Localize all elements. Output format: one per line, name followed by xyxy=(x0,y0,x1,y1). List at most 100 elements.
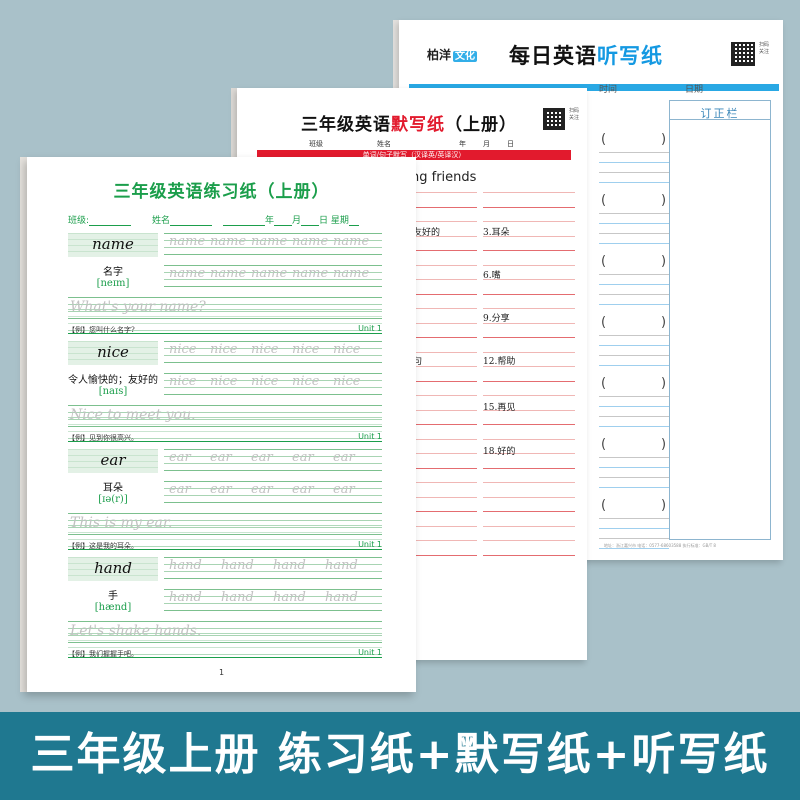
dictation-item: 15.再见 xyxy=(483,403,516,413)
unit-label: Unit 1 xyxy=(358,648,382,657)
dictation-rule xyxy=(483,554,575,556)
trace-word: hand xyxy=(325,558,358,573)
lesson-heading: ng friends xyxy=(411,170,477,185)
answer-rule xyxy=(599,538,669,539)
trace-word: nice xyxy=(210,342,238,357)
qr-code-icon xyxy=(543,108,565,130)
dictation-item: 9.分享 xyxy=(483,314,510,324)
dictation-rule xyxy=(413,293,477,295)
dictation-rule xyxy=(413,424,477,425)
answer-rule xyxy=(599,274,669,275)
answer-rule xyxy=(599,426,669,427)
answer-rule xyxy=(599,467,669,468)
example-sentence: 【例】这是我的耳朵。 Unit 1 xyxy=(68,540,382,551)
dictation-rule xyxy=(413,337,477,338)
trace-word: hand xyxy=(273,558,306,573)
trace-words: hand hand hand hand xyxy=(169,558,379,573)
answer-bracket-close: ) xyxy=(661,437,667,452)
word-meaning: 耳朵 xyxy=(103,483,123,494)
trace-word: hand xyxy=(273,590,306,605)
divider xyxy=(670,119,770,120)
answer-rule xyxy=(599,152,669,153)
dictation-rule xyxy=(483,351,575,353)
dictation-rule xyxy=(483,482,575,483)
answer-rule xyxy=(599,294,669,295)
dictation-rule xyxy=(413,366,477,367)
dictation-rule xyxy=(413,467,477,469)
answer-bracket-close: ) xyxy=(661,132,667,147)
answer-rule xyxy=(599,406,669,407)
trace-word: nice xyxy=(169,342,197,357)
word-meaning: 名字 xyxy=(103,267,123,278)
trace-word: ear xyxy=(169,450,191,465)
vocab-word: name xyxy=(92,235,134,253)
answer-rule xyxy=(599,304,669,305)
answer-bracket-close: ) xyxy=(661,254,667,269)
trace-words: name name name name name xyxy=(169,234,379,249)
answer-bracket-open: ( xyxy=(601,132,607,147)
dictation-rule xyxy=(413,540,477,541)
dictation-rule xyxy=(483,540,575,541)
answer-bracket-open: ( xyxy=(601,315,607,330)
answer-rule xyxy=(599,233,669,234)
example-sentence: 【例】您叫什么名字? Unit 1 xyxy=(68,324,382,335)
trace-word: name xyxy=(333,234,370,249)
info-date: 年月日 星期 xyxy=(223,213,359,226)
dictation-rule xyxy=(483,525,575,527)
trace-words: ear ear ear ear ear xyxy=(169,482,379,497)
header-field-time: 时间 xyxy=(599,85,618,95)
answer-bracket-open: ( xyxy=(601,376,607,391)
dictation-rule xyxy=(483,221,575,222)
dictation-rule xyxy=(413,380,477,382)
answer-rule xyxy=(599,213,669,214)
dictation-rule xyxy=(413,264,477,266)
answer-rule xyxy=(599,365,669,366)
example-sentence: 【例】我们握握手吧。 Unit 1 xyxy=(68,648,382,659)
word-box: hand xyxy=(68,557,158,581)
answer-rule xyxy=(599,477,669,478)
dictation-rule xyxy=(413,511,477,512)
answer-rule xyxy=(599,243,669,244)
answer-bracket-open: ( xyxy=(601,254,607,269)
trace-word: ear xyxy=(169,482,191,497)
dictation-rule xyxy=(413,221,477,222)
word-phonetic: [neɪm] xyxy=(96,278,130,289)
answer-rule xyxy=(599,487,669,488)
trace-word: nice xyxy=(210,374,238,389)
answer-rule xyxy=(599,284,669,285)
trace-word: nice xyxy=(292,374,320,389)
dictation-item: 3.耳朵 xyxy=(483,228,510,238)
brand-logo: 柏洋 文化 xyxy=(427,48,478,62)
dictation-rule xyxy=(413,351,477,353)
dictation-rule xyxy=(483,192,575,193)
trace-word: name xyxy=(292,234,329,249)
vocab-word: nice xyxy=(97,343,129,361)
answer-bracket-close: ) xyxy=(661,498,667,513)
trace-word: ear xyxy=(292,482,314,497)
trace-word: ear xyxy=(333,482,355,497)
answer-bracket-open: ( xyxy=(601,498,607,513)
trace-word: nice xyxy=(251,342,279,357)
dictation-rule xyxy=(483,496,575,498)
trace-word: nice xyxy=(251,374,279,389)
dictation-rule xyxy=(413,192,477,193)
trace-word: name xyxy=(169,266,206,281)
dictation-item: 6.嘴 xyxy=(483,271,501,281)
word-phonetic: [ɪə(r)] xyxy=(98,494,128,505)
answer-rule xyxy=(599,223,669,224)
answer-rule xyxy=(599,182,669,183)
dictation-rule xyxy=(483,250,575,251)
answer-bracket-open: ( xyxy=(601,193,607,208)
dictation-rule xyxy=(483,511,575,512)
unit-label: Unit 1 xyxy=(358,432,382,441)
trace-word: ear xyxy=(210,450,232,465)
trace-word: name xyxy=(292,266,329,281)
dictation-rule xyxy=(413,482,477,483)
trace-word: ear xyxy=(333,450,355,465)
qr-caption: 扫码关注 xyxy=(759,42,770,55)
trace-word: hand xyxy=(221,558,254,573)
dictation-rule xyxy=(413,250,477,251)
answer-rule xyxy=(599,335,669,336)
trace-word: nice xyxy=(292,342,320,357)
answer-rule xyxy=(599,416,669,417)
